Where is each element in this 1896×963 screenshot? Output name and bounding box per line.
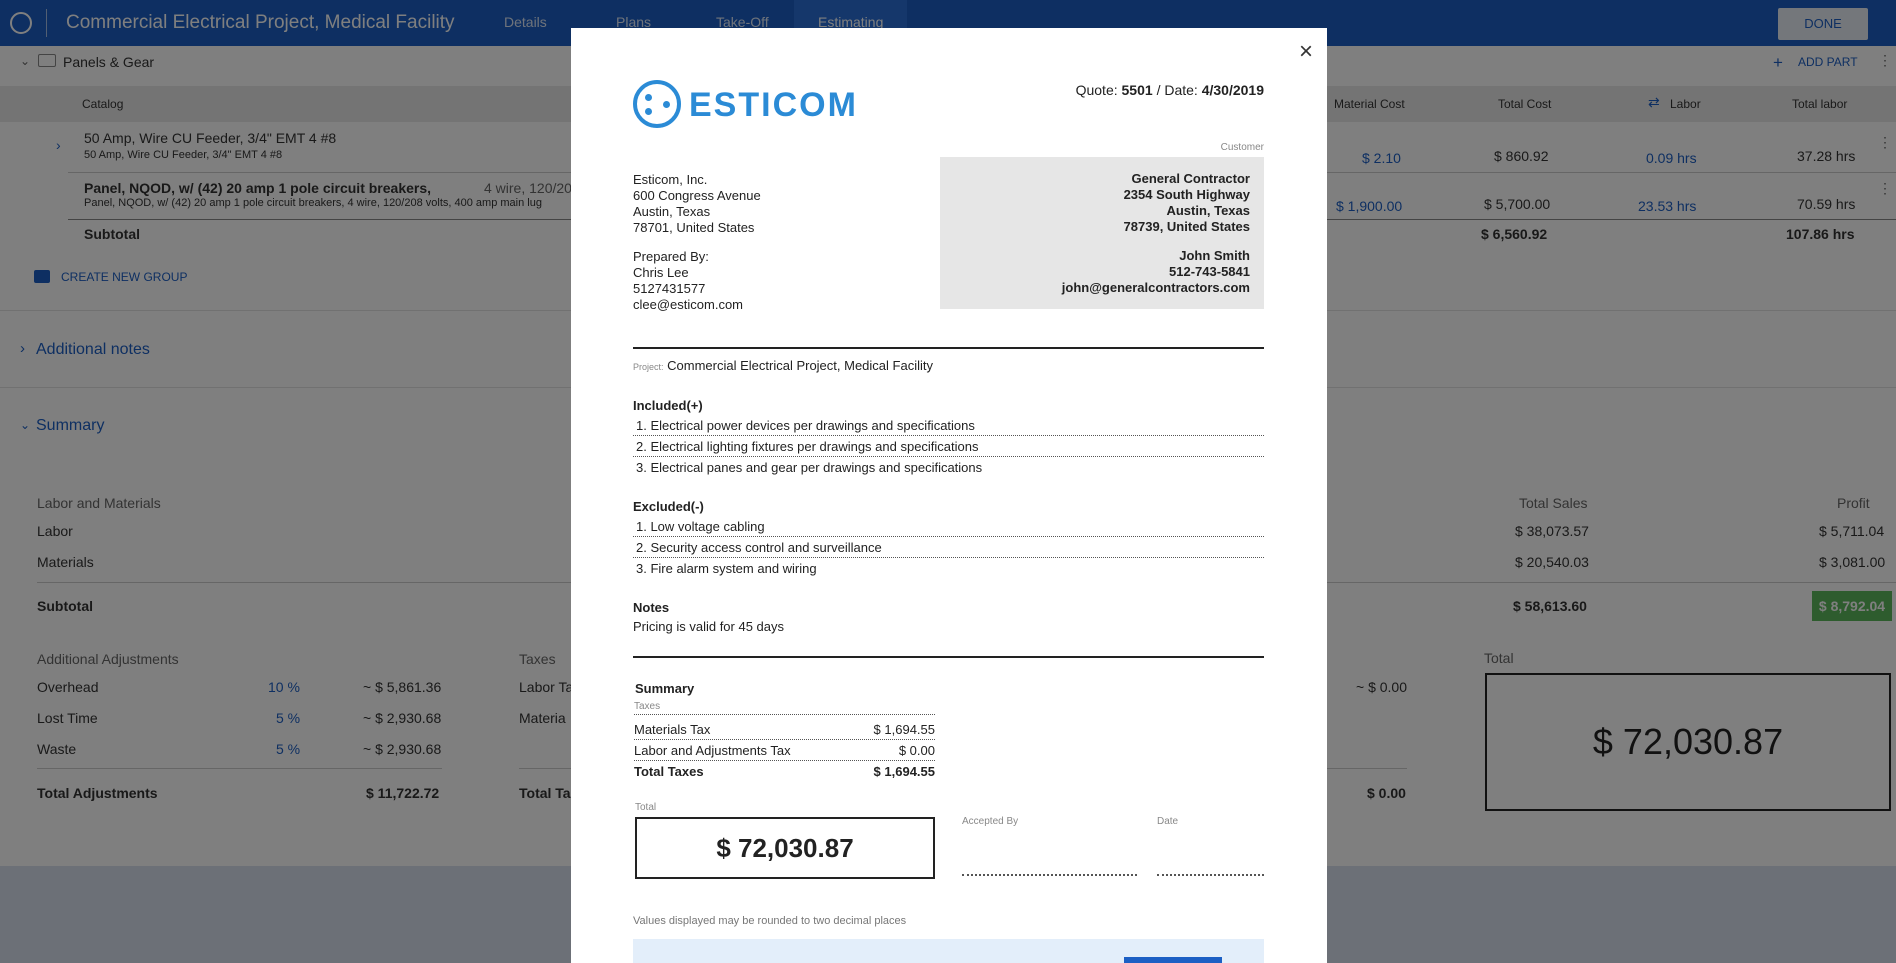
excluded-item: 3. Fire alarm system and wiring: [636, 561, 817, 576]
excluded-item: 1. Low voltage cabling: [633, 519, 1264, 537]
notes-title: Notes: [633, 600, 670, 615]
total-label: Total: [635, 802, 657, 813]
rounding-note: Values displayed may be rounded to two d…: [633, 915, 907, 927]
project-line: Project: Commercial Electrical Project, …: [633, 358, 933, 373]
labor-tax-row: Labor and Adjustments Tax $ 0.00: [634, 743, 935, 761]
close-icon[interactable]: ×: [1299, 40, 1313, 64]
section-rule: [633, 347, 1264, 349]
company-address: Esticom, Inc. 600 Congress Avenue Austin…: [633, 172, 761, 235]
quote-total: $ 72,030.87: [635, 817, 935, 879]
modal-action-bar: [633, 939, 1264, 963]
esticom-logo-text: ESTICOM: [689, 86, 858, 124]
included-title: Included(+): [633, 398, 703, 413]
date-sig-label: Date: [1157, 816, 1179, 827]
excluded-item: 2. Security access control and surveilla…: [633, 540, 1264, 558]
included-item: 2. Electrical lighting fixtures per draw…: [633, 439, 1264, 457]
date-sig-line: [1157, 874, 1264, 876]
materials-tax-row: Materials Tax $ 1,694.55: [634, 722, 935, 740]
excluded-title: Excluded(-): [633, 499, 704, 514]
section-rule: [633, 656, 1264, 658]
quote-number-line: Quote: 5501 / Date: 4/30/2019: [1075, 82, 1264, 98]
total-taxes-row: Total Taxes $ 1,694.55: [634, 764, 935, 779]
accepted-by-line: [962, 874, 1137, 876]
taxes-heading: Taxes: [634, 701, 935, 715]
customer-box: General Contractor 2354 South Highway Au…: [940, 157, 1264, 309]
esticom-logo-icon: [633, 80, 681, 128]
included-item: 3. Electrical panes and gear per drawing…: [636, 460, 983, 475]
customer-label: Customer: [1220, 142, 1264, 153]
accepted-by-label: Accepted By: [962, 816, 1019, 827]
primary-action-button[interactable]: [1124, 957, 1222, 963]
quote-preview-modal: × ESTICOM Quote: 5501 / Date: 4/30/2019 …: [571, 28, 1327, 963]
summary-title: Summary: [635, 681, 695, 696]
notes-text: Pricing is valid for 45 days: [633, 619, 785, 634]
prepared-by: Prepared By: Chris Lee 5127431577 clee@e…: [633, 249, 744, 312]
included-item: 1. Electrical power devices per drawings…: [633, 418, 1264, 436]
